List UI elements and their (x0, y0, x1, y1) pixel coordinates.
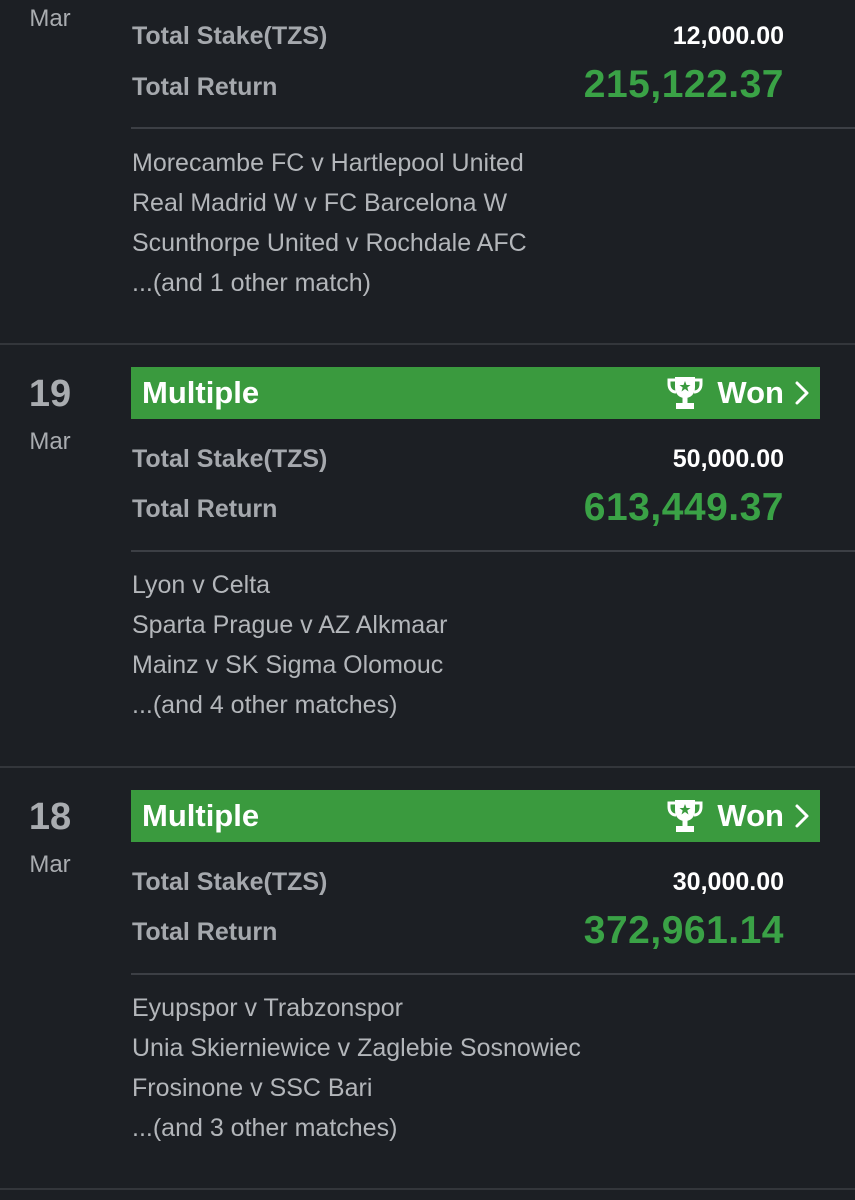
bet-status-banner[interactable]: Multiple Won (131, 367, 820, 419)
bet-card[interactable]: 18 Mar Multiple Won Total Stake(TZS) 30,… (0, 768, 855, 1188)
total-return-label: Total Return (132, 495, 278, 523)
divider (131, 550, 855, 552)
match-item: Sparta Prague v AZ Alkmaar (132, 611, 448, 639)
total-stake-label: Total Stake(TZS) (132, 22, 328, 50)
match-more: ...(and 3 other matches) (132, 1114, 398, 1142)
bet-status-label: Won (717, 375, 784, 410)
bet-date-day: 18 (28, 796, 72, 838)
bet-date-month: Mar (29, 5, 71, 32)
total-return-value: 372,961.14 (583, 909, 784, 952)
match-item: Lyon v Celta (132, 571, 271, 599)
bet-type-label: Multiple (142, 798, 260, 833)
chevron-right-icon (795, 381, 809, 405)
divider (131, 127, 855, 129)
total-stake-value: 30,000.00 (672, 868, 784, 896)
match-item: Morecambe FC v Hartlepool United (132, 149, 524, 177)
bet-status-banner[interactable]: Multiple Won (131, 790, 820, 842)
total-stake-value: 50,000.00 (672, 445, 784, 473)
bet-card[interactable]: Mar Total Stake(TZS) 12,000.00 Total Ret… (0, 0, 855, 344)
match-item: Frosinone v SSC Bari (132, 1074, 373, 1102)
match-item: Mainz v SK Sigma Olomouc (132, 651, 444, 679)
bet-status-label: Won (717, 798, 784, 833)
bet-date-month: Mar (29, 428, 71, 455)
match-item: Eyupspor v Trabzonspor (132, 994, 403, 1022)
match-item: Real Madrid W v FC Barcelona W (132, 189, 508, 217)
total-stake-label: Total Stake(TZS) (132, 868, 328, 896)
chevron-right-icon (795, 804, 809, 828)
match-item: Scunthorpe United v Rochdale AFC (132, 229, 527, 257)
total-stake-label: Total Stake(TZS) (132, 445, 328, 473)
total-return-value: 613,449.37 (583, 486, 784, 529)
trophy-icon (667, 800, 703, 832)
match-item: Unia Skierniewice v Zaglebie Sosnowiec (132, 1034, 581, 1062)
match-more: ...(and 4 other matches) (132, 691, 398, 719)
bet-separator (0, 1188, 855, 1190)
total-return-label: Total Return (132, 918, 278, 946)
bet-date-month: Mar (29, 851, 71, 878)
bet-date-day: 19 (28, 373, 72, 415)
total-return-label: Total Return (132, 73, 278, 101)
divider (131, 973, 855, 975)
total-stake-value: 12,000.00 (672, 22, 784, 50)
match-more: ...(and 1 other match) (132, 269, 372, 297)
bet-type-label: Multiple (142, 375, 260, 410)
bet-card[interactable]: 19 Mar Multiple Won Total Stake(TZS) 50,… (0, 345, 855, 767)
trophy-icon (667, 377, 703, 409)
total-return-value: 215,122.37 (583, 63, 784, 106)
